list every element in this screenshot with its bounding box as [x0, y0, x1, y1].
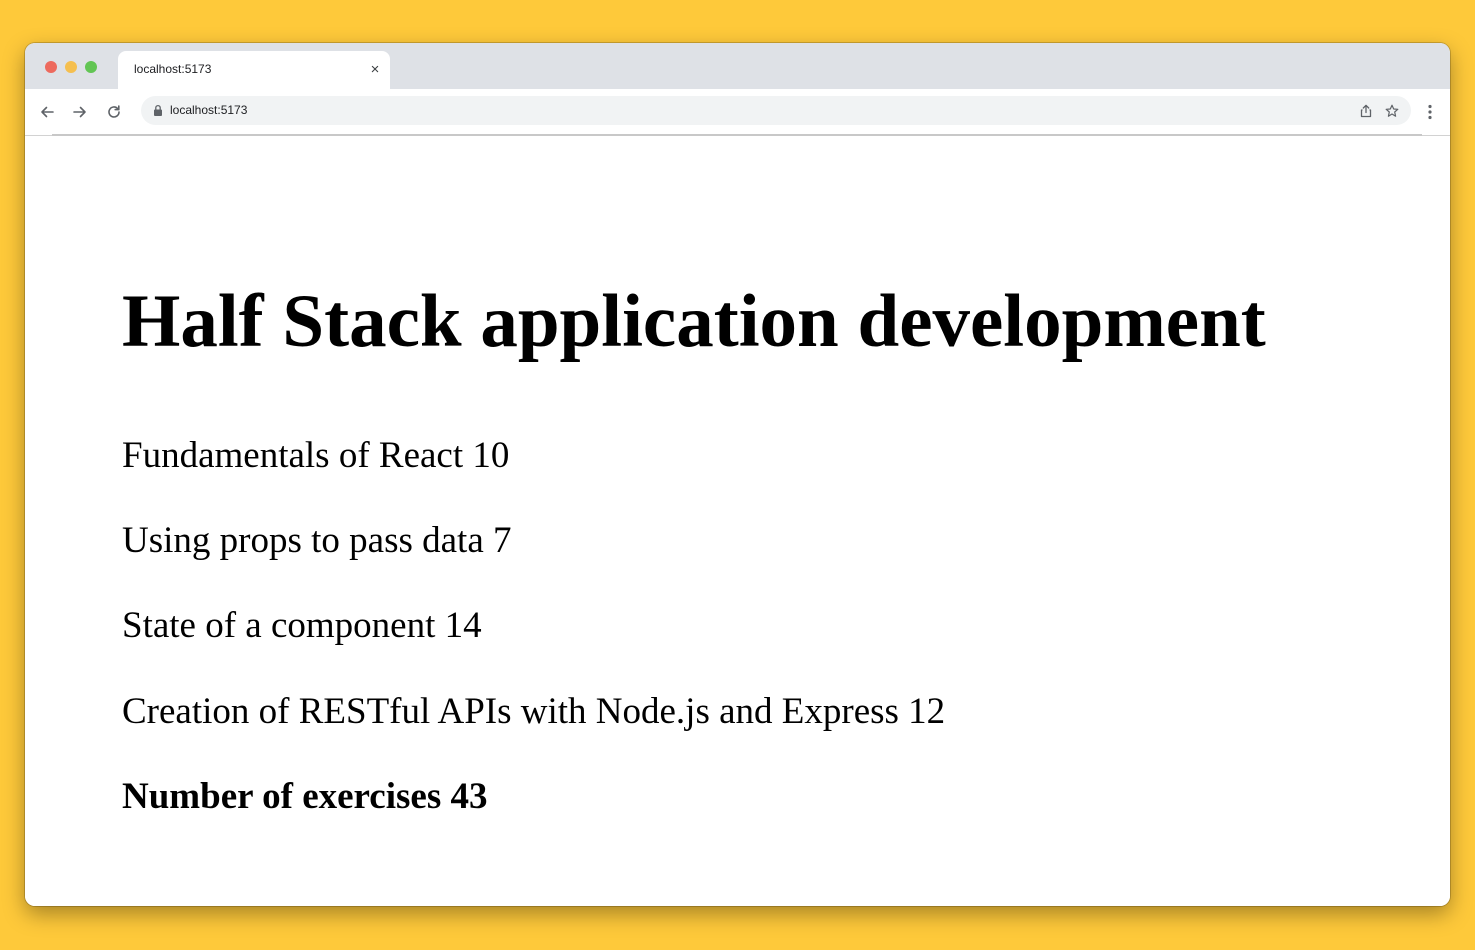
course-part: Using props to pass data 7	[122, 520, 512, 561]
course-part: State of a component 14	[122, 605, 482, 646]
page-title: Half Stack application development	[122, 280, 1266, 363]
reload-icon[interactable]	[102, 100, 126, 124]
window-close-button[interactable]	[45, 61, 57, 73]
arrow-right-icon[interactable]	[68, 100, 92, 124]
browser-window: localhost:5173 × localhost:5173 Half Sta…	[25, 43, 1450, 906]
exercise-total: Number of exercises 43	[122, 776, 488, 817]
browser-tab[interactable]: localhost:5173 ×	[118, 51, 390, 89]
address-bar[interactable]: localhost:5173	[141, 96, 1411, 125]
page-content: Half Stack application development Funda…	[25, 136, 1450, 906]
window-minimize-button[interactable]	[65, 61, 77, 73]
tab-strip: localhost:5173 ×	[25, 43, 1450, 89]
tab-title: localhost:5173	[134, 62, 212, 76]
browser-toolbar: localhost:5173	[25, 89, 1450, 136]
lock-icon[interactable]	[152, 104, 164, 117]
share-icon[interactable]	[1357, 102, 1375, 120]
window-maximize-button[interactable]	[85, 61, 97, 73]
url-text[interactable]: localhost:5173	[170, 103, 247, 117]
close-icon[interactable]: ×	[366, 60, 384, 78]
arrow-left-icon[interactable]	[35, 100, 59, 124]
course-part: Fundamentals of React 10	[122, 435, 510, 476]
star-icon[interactable]	[1383, 102, 1401, 120]
kebab-menu-icon[interactable]	[1420, 101, 1440, 123]
course-part: Creation of RESTful APIs with Node.js an…	[122, 691, 946, 732]
